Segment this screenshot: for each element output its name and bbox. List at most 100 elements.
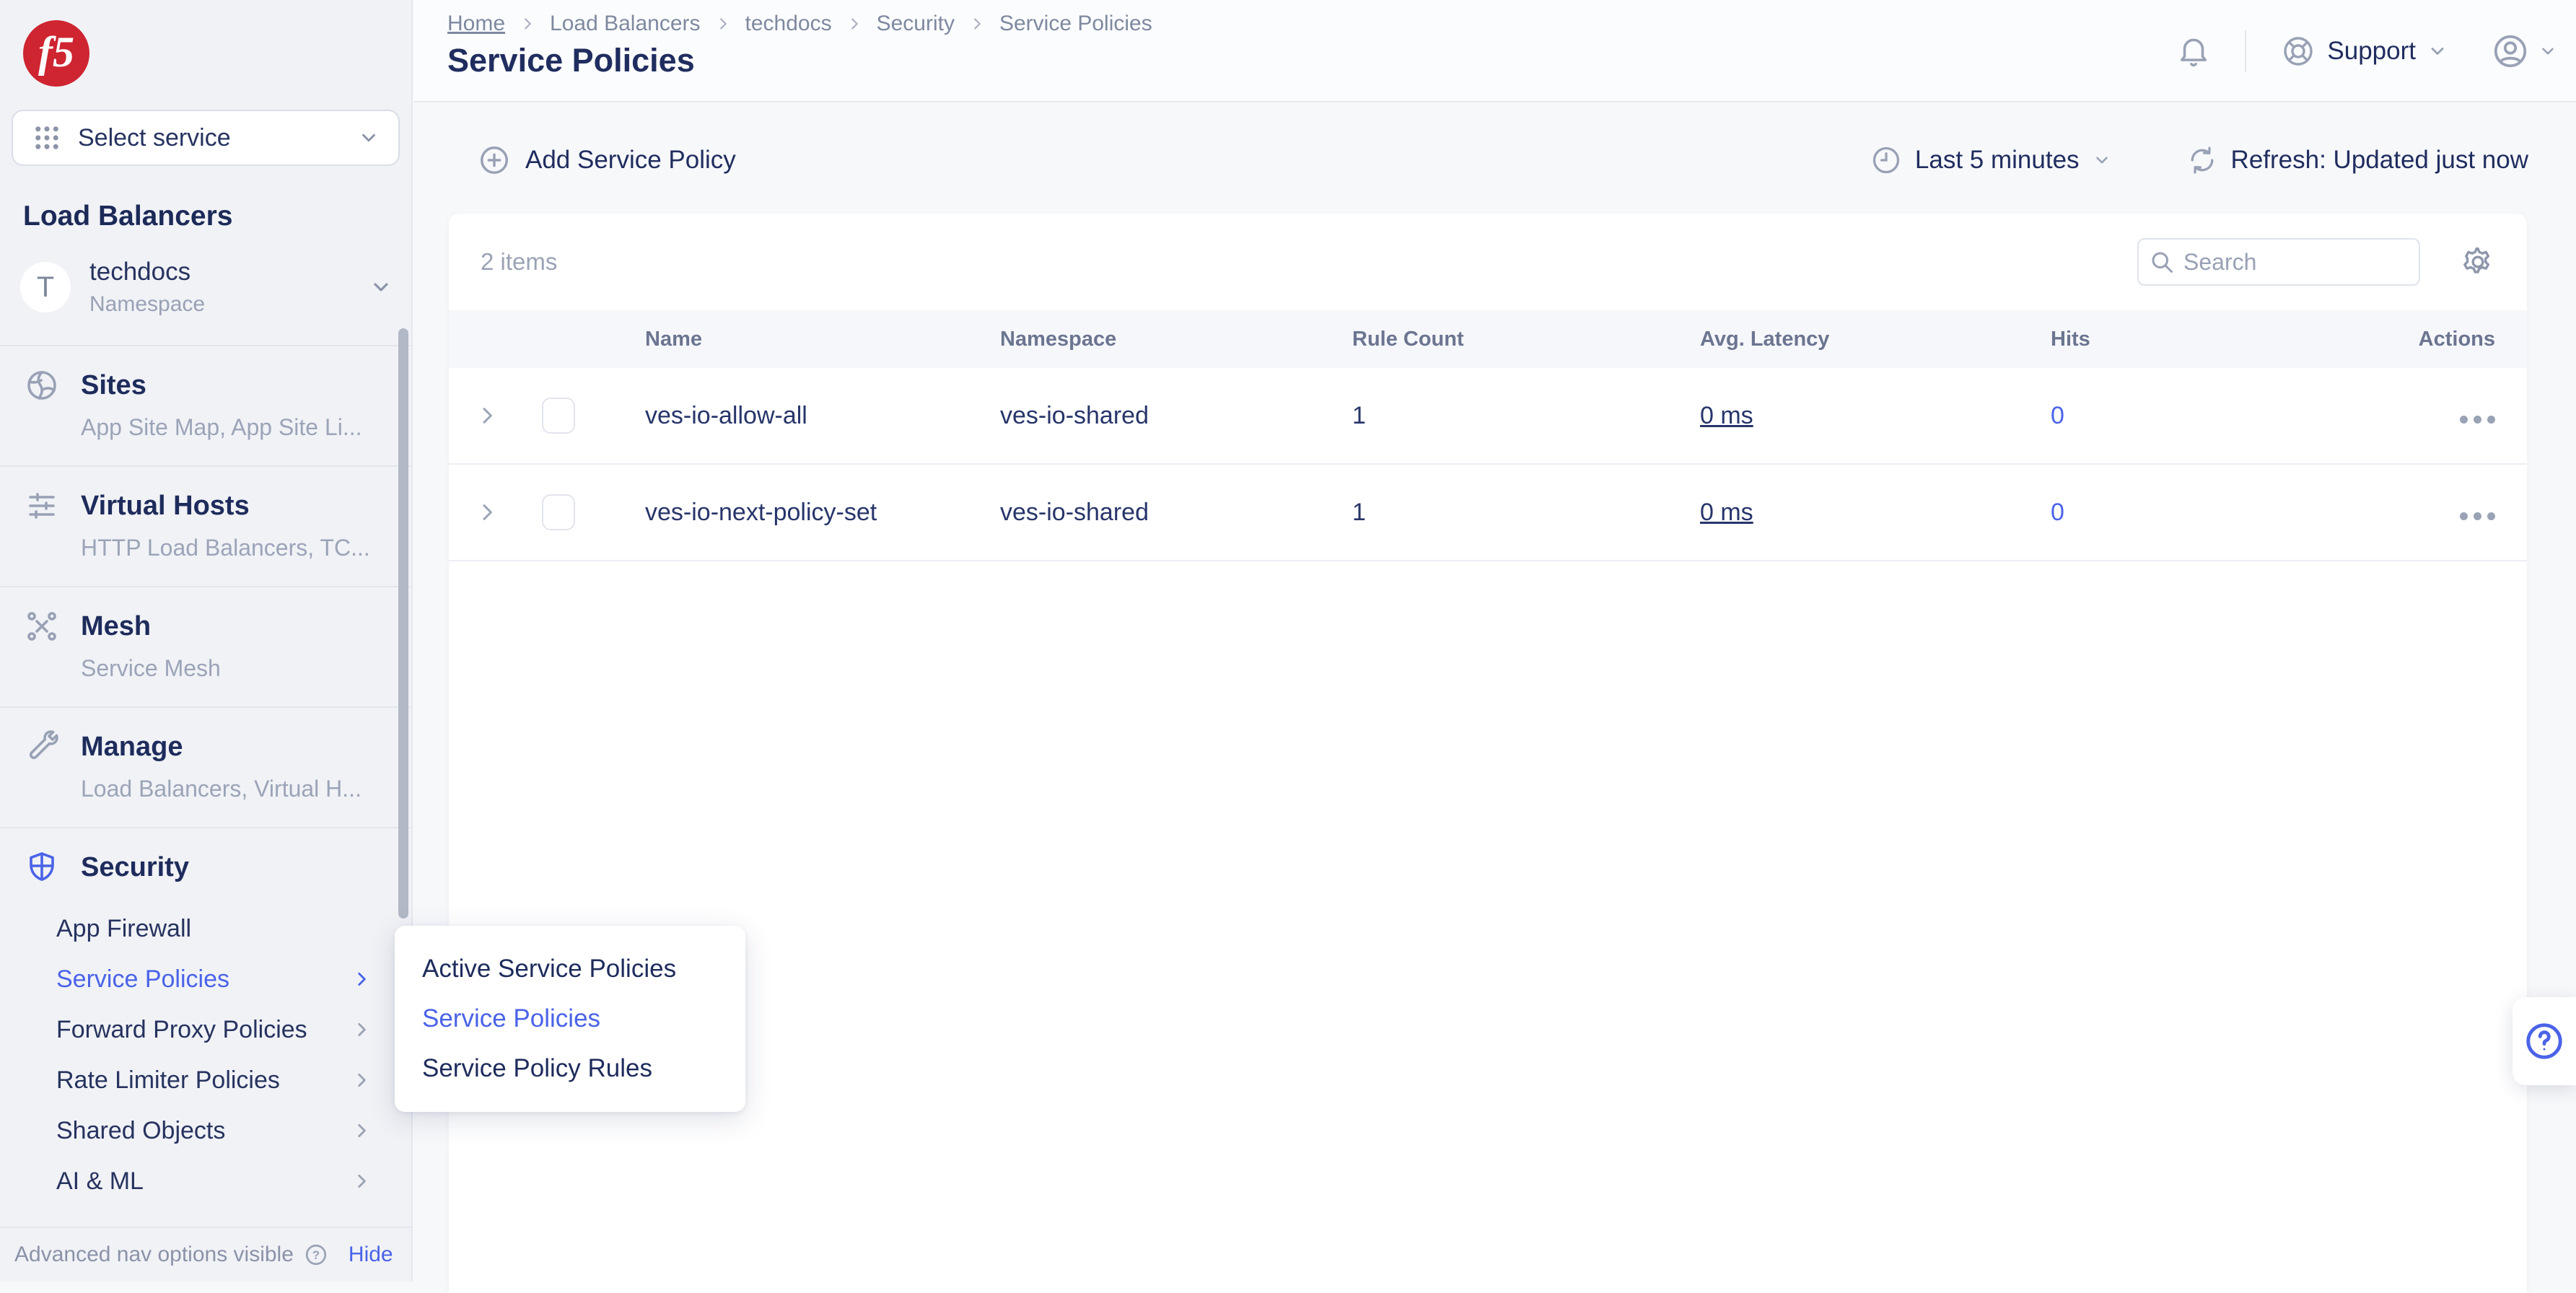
search-input[interactable] [2137,238,2420,286]
topbar-divider [2245,30,2246,72]
chevron-right-icon [352,970,371,989]
sidebar-item-mesh[interactable]: Mesh Service Mesh [0,586,411,706]
help-circle-icon: ? [304,1242,328,1267]
namespace-sublabel: Namespace [89,292,369,317]
chevron-right-icon [352,1121,371,1140]
notifications-bell-icon[interactable] [2176,33,2212,69]
cell-hits[interactable]: 0 [2051,499,2339,527]
top-header: Home Load Balancers techdocs Security Se… [414,0,2576,102]
sidebar-item-security[interactable]: Security App Firewall Service Policies F… [0,827,411,1231]
cell-hits[interactable]: 0 [2051,402,2339,430]
column-header-rule-count[interactable]: Rule Count [1352,328,1700,351]
sidebar-item-virtual-hosts[interactable]: Virtual Hosts HTTP Load Balancers, TC... [0,465,411,586]
table-row: ves-io-allow-all ves-io-shared 1 0 ms 0 [449,368,2527,465]
column-header-avg-latency[interactable]: Avg. Latency [1700,328,2051,351]
hide-nav-link[interactable]: Hide [349,1242,393,1267]
account-menu[interactable] [2491,32,2557,71]
clock-icon [1870,144,1902,176]
namespace-name: techdocs [89,258,369,286]
flyout-item-service-policies[interactable]: Service Policies [395,994,745,1044]
column-header-actions: Actions [2339,328,2527,351]
sidebar-item-sites[interactable]: Sites App Site Map, App Site Li... [0,345,411,465]
service-policies-table-card: 2 items Name Namespace Rule Count Avg. L… [449,214,2527,1293]
plus-circle-icon [478,144,511,177]
column-header-name[interactable]: Name [645,328,1000,351]
flyout-item-service-policy-rules[interactable]: Service Policy Rules [395,1043,745,1093]
row-actions-menu[interactable] [2339,499,2527,527]
sidebar-item-manage[interactable]: Manage Load Balancers, Virtual H... [0,706,411,827]
sidebar-item-shared-objects[interactable]: Shared Objects [25,1105,411,1156]
table-header-bar: 2 items [449,214,2527,310]
support-menu[interactable]: Support [2281,34,2448,69]
sidebar-item-ai-ml[interactable]: AI & ML [25,1156,411,1206]
chevron-down-icon [358,127,380,149]
f5-logo[interactable]: f5 [22,19,91,88]
cell-name[interactable]: ves-io-next-policy-set [645,499,1000,527]
sidebar-nav: Sites App Site Map, App Site Li... Virtu… [0,345,411,1231]
chevron-down-icon [369,276,393,299]
cell-avg-latency[interactable]: 0 ms [1700,402,2051,430]
breadcrumb-techdocs[interactable]: techdocs [745,12,832,36]
column-header-hits[interactable]: Hits [2051,328,2339,351]
select-service-dropdown[interactable]: Select service [12,110,400,166]
ellipsis-icon[interactable] [2460,512,2495,520]
flyout-item-active-service-policies[interactable]: Active Service Policies [395,944,745,994]
row-checkbox[interactable] [542,398,575,434]
cell-rule-count: 1 [1352,402,1700,430]
search-icon [2149,249,2175,275]
row-expand-chevron-icon[interactable] [449,501,525,524]
service-policies-flyout: Active Service Policies Service Policies… [395,926,745,1112]
cell-namespace: ves-io-shared [1000,402,1352,430]
sidebar-item-service-policies[interactable]: Service Policies [25,954,411,1004]
page-toolbar: Add Service Policy Last 5 minutes Refres… [414,126,2576,195]
cell-namespace: ves-io-shared [1000,499,1352,527]
row-actions-menu[interactable] [2339,402,2527,430]
mesh-icon [25,609,59,644]
add-service-policy-button[interactable]: Add Service Policy [478,126,736,195]
namespace-selector[interactable]: T techdocs Namespace [12,251,400,323]
cell-name[interactable]: ves-io-allow-all [645,402,1000,430]
chevron-right-icon [352,1172,371,1191]
breadcrumb: Home Load Balancers techdocs Security Se… [447,12,1152,36]
chevron-down-icon [2427,41,2448,61]
chevron-right-icon [969,16,985,32]
time-range-dropdown[interactable]: Last 5 minutes [1870,144,2111,176]
help-button[interactable] [2513,997,2576,1085]
ellipsis-icon[interactable] [2460,416,2495,424]
items-count: 2 items [481,248,557,276]
row-expand-chevron-icon[interactable] [449,404,525,427]
sidebar: f5 Select service Load Balancers T techd… [0,0,413,1281]
cell-avg-latency[interactable]: 0 ms [1700,499,2051,527]
breadcrumb-home[interactable]: Home [447,12,505,36]
life-ring-icon [2281,34,2316,69]
user-avatar-icon [2491,32,2530,71]
breadcrumb-load-balancers[interactable]: Load Balancers [550,12,700,36]
refresh-button[interactable]: Refresh: Updated just now [2186,144,2528,176]
table-row: ves-io-next-policy-set ves-io-shared 1 0… [449,465,2527,561]
column-header-namespace[interactable]: Namespace [1000,328,1352,351]
sidebar-footer: Advanced nav options visible ? Hide [0,1227,411,1281]
select-service-label: Select service [78,124,358,152]
chevron-right-icon [352,1071,371,1090]
chevron-right-icon [352,1020,371,1039]
row-checkbox[interactable] [542,494,575,530]
chevron-right-icon [520,16,535,32]
refresh-icon [2186,144,2218,176]
sidebar-item-app-firewall[interactable]: App Firewall [25,903,411,954]
gear-icon[interactable] [2461,245,2495,279]
sidebar-item-forward-proxy-policies[interactable]: Forward Proxy Policies [25,1004,411,1055]
grid-icon [32,123,62,153]
advanced-nav-label: Advanced nav options visible [14,1242,294,1267]
globe-icon [25,368,59,403]
cell-rule-count: 1 [1352,499,1700,527]
sidebar-item-rate-limiter-policies[interactable]: Rate Limiter Policies [25,1055,411,1105]
svg-text:f5: f5 [38,28,74,76]
chevron-right-icon [846,16,862,32]
svg-text:?: ? [312,1248,320,1262]
breadcrumb-security[interactable]: Security [877,12,955,36]
shield-icon [25,850,59,885]
chevron-down-icon [2093,151,2111,170]
sidebar-heading: Load Balancers [23,201,232,232]
chevron-down-icon [2538,42,2557,61]
sidebar-scrollbar[interactable] [398,328,408,919]
